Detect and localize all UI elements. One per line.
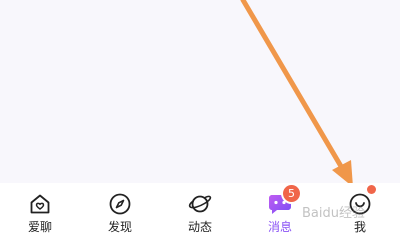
tab-moments[interactable]: 动态 — [160, 183, 240, 240]
tab-me[interactable]: 我 — [320, 183, 400, 240]
message-bubble-icon: 5 — [267, 185, 300, 217]
tab-label: 动态 — [187, 220, 212, 234]
planet-icon — [187, 191, 213, 217]
tab-label: 我 — [353, 220, 366, 234]
smiley-face-icon — [347, 185, 376, 217]
compass-icon — [107, 191, 133, 217]
tab-label: 发现 — [107, 220, 132, 234]
unread-badge: 5 — [283, 185, 300, 202]
home-heart-icon — [27, 191, 53, 217]
notification-dot — [367, 185, 376, 194]
tab-discover[interactable]: 发现 — [80, 183, 160, 240]
tab-label: 爱聊 — [27, 220, 52, 234]
content-area — [0, 0, 400, 183]
bottom-tab-bar: 爱聊 发现 动态 5 消息 我 — [0, 183, 400, 240]
tab-messages[interactable]: 5 消息 — [240, 183, 320, 240]
tab-label: 消息 — [267, 220, 292, 234]
tab-aiiao[interactable]: 爱聊 — [0, 183, 80, 240]
